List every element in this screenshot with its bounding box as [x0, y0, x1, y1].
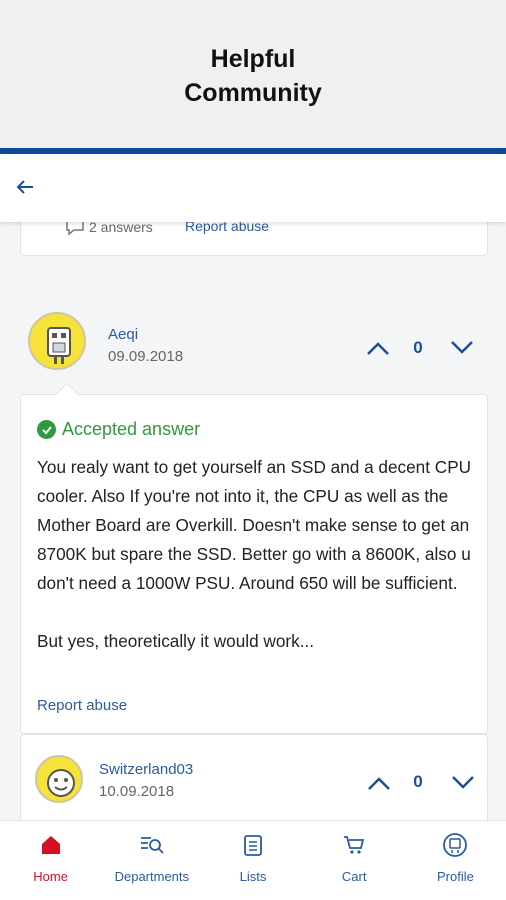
departments-icon [138, 831, 166, 859]
answer-author-row: Aeqi 09.09.2018 0 [0, 304, 506, 384]
cart-icon [340, 831, 368, 859]
accepted-answer-badge: Accepted answer [37, 419, 200, 440]
accepted-answer-label: Accepted answer [62, 419, 201, 439]
page-title: Helpful Community [184, 45, 322, 107]
nav-label: Profile [436, 869, 474, 884]
vote-count: 0 [413, 772, 423, 791]
check-circle-icon [37, 420, 56, 439]
avatar [28, 312, 86, 370]
answer-date: 09.09.2018 [108, 348, 184, 365]
app-header: Helpful Community [0, 0, 506, 148]
nav-departments[interactable]: Departments [101, 821, 202, 900]
answer-card: Switzerland03 10.09.2018 0 [20, 734, 488, 820]
nav-profile[interactable]: Profile [405, 821, 506, 900]
home-icon [37, 831, 65, 859]
robot-avatar-icon [47, 327, 71, 364]
accepted-answer-card: Accepted answer You realy want to get yo… [20, 382, 488, 734]
avatar [35, 755, 83, 803]
answer-body: You realy want to get yourself an SSD an… [37, 457, 472, 651]
answers-scroll-area[interactable]: 2 answers Report abuse Aeqi 09.09.2018 0 [0, 154, 506, 820]
card-notch [55, 382, 79, 406]
nav-label: Cart [341, 869, 367, 884]
back-button[interactable] [14, 176, 44, 200]
smiley-avatar-icon [47, 769, 75, 797]
downvote-icon[interactable] [449, 773, 477, 793]
profile-icon [441, 831, 469, 859]
user-name[interactable]: Switzerland03 [99, 761, 193, 778]
nav-label: Home [33, 869, 68, 884]
upvote-icon[interactable] [365, 773, 393, 793]
nav-label: Lists [239, 869, 267, 884]
navigation-bar [0, 154, 506, 222]
upvote-icon[interactable] [364, 338, 392, 358]
nav-cart[interactable]: Cart [304, 821, 405, 900]
nav-lists[interactable]: Lists [202, 821, 303, 900]
arrow-left-icon [16, 180, 33, 194]
nav-home[interactable]: Home [0, 821, 101, 900]
downvote-icon[interactable] [448, 338, 476, 358]
vote-count: 0 [413, 338, 423, 357]
nav-label: Departments [114, 869, 190, 884]
answer-date: 10.09.2018 [99, 783, 175, 800]
user-name[interactable]: Aeqi [108, 326, 138, 343]
bottom-navigation: Home Departments Lists Cart Profile [0, 820, 506, 900]
lists-icon [239, 831, 267, 859]
report-abuse-link[interactable]: Report abuse [37, 697, 127, 714]
